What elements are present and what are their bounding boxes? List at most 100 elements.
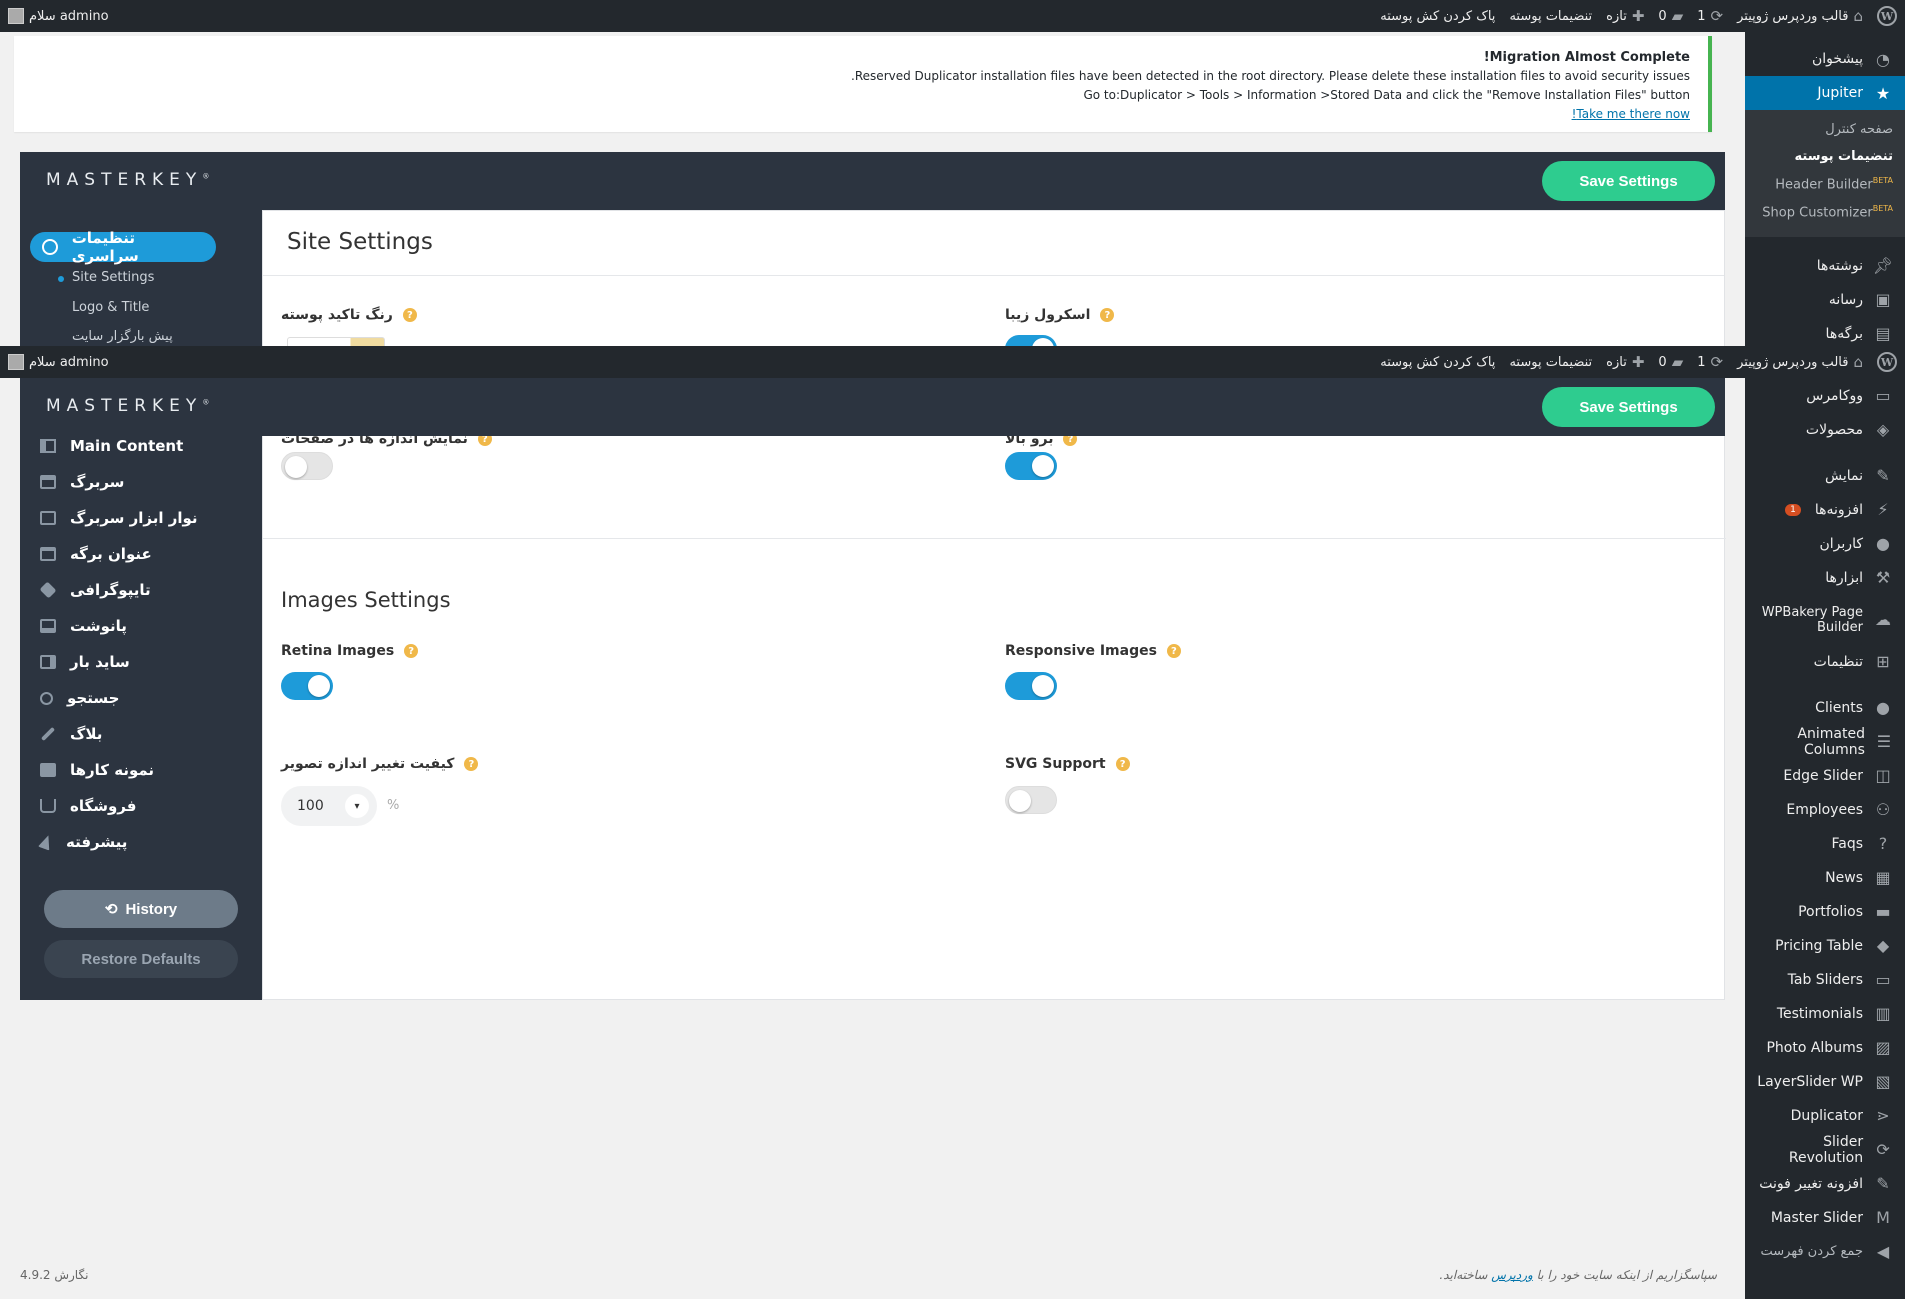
wordpress-logo-icon[interactable]: W <box>1877 6 1897 26</box>
site-name-link[interactable]: ⌂ قالب وردپرس ژوپیتر <box>1737 353 1863 371</box>
cube-icon <box>39 581 57 599</box>
restore-defaults-button[interactable]: Restore Defaults <box>44 940 238 978</box>
sidebar-item-sidebar[interactable]: ساید بار <box>40 650 240 674</box>
updates-link[interactable]: ⟳ 1 <box>1697 7 1723 25</box>
masterkey-sidebar: Main Content سربرگ نوار ابزار سربرگ عنوا… <box>20 378 262 1000</box>
menu-appearance[interactable]: ✎ نمایش <box>1745 459 1905 493</box>
comments-link[interactable]: ▰ 0 <box>1658 353 1683 371</box>
retina-images-toggle[interactable] <box>281 672 333 700</box>
menu-wpbakery[interactable]: ☁ WPBakery Page Builder <box>1745 595 1905 645</box>
svg-support-toggle[interactable] <box>1005 786 1057 814</box>
menu-plugins[interactable]: ⚡︎ افزونه‌ها 1 <box>1745 493 1905 527</box>
sidebar-item-advanced[interactable]: پیشرفته <box>37 830 240 854</box>
new-content-link[interactable]: ✚ تازه <box>1606 7 1644 25</box>
responsive-images-label: Responsive Images? <box>1005 643 1181 659</box>
sidebar-item-header[interactable]: سربرگ <box>40 470 240 494</box>
accent-color-label: رنگ تاکید پوسته? <box>281 307 417 323</box>
svg-support-label: SVG Support? <box>1005 756 1130 772</box>
star-icon: ★ <box>1875 83 1891 103</box>
menu-slider-revolution[interactable]: ⟳ Slider Revolution <box>1745 1133 1905 1167</box>
share-icon: ⋖ <box>1876 1106 1890 1126</box>
my-account[interactable]: سلام admino <box>8 354 109 370</box>
submenu-control-panel[interactable]: صفحه کنترل <box>1745 116 1905 143</box>
collapse-menu[interactable]: ◀ جمع کردن فهرست <box>1745 1235 1905 1269</box>
menu-products[interactable]: ◈ محصولات <box>1745 413 1905 447</box>
jupiter-submenu: صفحه کنترل تنضیمات پوسته Header BuilderB… <box>1745 110 1905 237</box>
menu-media[interactable]: ▣ رسانه <box>1745 283 1905 317</box>
menu-users[interactable]: ● کاربران <box>1745 527 1905 561</box>
smooth-scroll-toggle[interactable] <box>1005 335 1057 346</box>
menu-font-plugin[interactable]: ✎ افزونه تغییر فونت <box>1745 1167 1905 1201</box>
nav-preloader[interactable]: پیش بارگزار سایت <box>72 329 173 344</box>
menu-portfolios[interactable]: ▬ Portfolios <box>1745 895 1905 929</box>
plus-icon: ✚ <box>1631 353 1645 371</box>
theme-options-link[interactable]: تنضیمات پوسته <box>1509 9 1592 24</box>
section-title-images: Images Settings <box>281 588 451 612</box>
sidebar-item-blog[interactable]: بلاگ <box>40 722 240 746</box>
sidebar-item-footer[interactable]: پانوشت <box>40 614 240 638</box>
divider <box>263 538 1726 539</box>
clear-cache-link[interactable]: پاک کردن کش پوسته <box>1380 355 1495 370</box>
sidebar-item-shop[interactable]: فروشگاه <box>40 794 240 818</box>
admin-bar-duplicate: سلام admino W ⌂ قالب وردپرس ژوپیتر ⟳ 1 ▰ 0 … <box>0 346 1905 378</box>
wordpress-link[interactable]: وردپرس <box>1491 1268 1533 1282</box>
avatar <box>8 8 24 24</box>
global-settings-pill[interactable]: تنظیمات سراسری <box>30 229 216 265</box>
theme-options-link[interactable]: تنضیمات پوسته <box>1509 355 1592 370</box>
menu-testimonials[interactable]: ▥ Testimonials <box>1745 997 1905 1031</box>
help-icon: ? <box>1115 757 1130 771</box>
sidebar-item-main-content[interactable]: Main Content <box>40 434 240 458</box>
menu-clients[interactable]: ● Clients <box>1745 691 1905 725</box>
menu-tools[interactable]: ⚒ ابزارها <box>1745 561 1905 595</box>
menu-animated-columns[interactable]: ☰ Animated Columns <box>1745 725 1905 759</box>
menu-news[interactable]: ▦ News <box>1745 861 1905 895</box>
menu-photo-albums[interactable]: ▨ Photo Albums <box>1745 1031 1905 1065</box>
save-settings-button[interactable]: Save Settings <box>1542 387 1715 427</box>
go-top-toggle[interactable] <box>1005 452 1057 480</box>
nav-logo-title[interactable]: Logo & Title <box>72 300 149 315</box>
updates-link[interactable]: ⟳ 1 <box>1697 353 1723 371</box>
my-account[interactable]: سلام admino <box>8 8 109 24</box>
comments-link[interactable]: ▰ 0 <box>1658 7 1683 25</box>
history-button[interactable]: ⟲ History <box>44 890 238 928</box>
page-dimensions-toggle[interactable] <box>281 452 333 480</box>
wordpress-logo-icon[interactable]: W <box>1877 352 1897 372</box>
save-settings-button[interactable]: Save Settings <box>1542 161 1715 201</box>
menu-tab-sliders[interactable]: ▭ Tab Sliders <box>1745 963 1905 997</box>
menu-employees[interactable]: ⚇ Employees <box>1745 793 1905 827</box>
submenu-theme-options[interactable]: تنضیمات پوسته <box>1745 143 1905 170</box>
menu-woocommerce[interactable]: ▭ ووکامرس <box>1745 379 1905 413</box>
menu-edge-slider[interactable]: ◫ Edge Slider <box>1745 759 1905 793</box>
menu-master-slider[interactable]: M Master Slider <box>1745 1201 1905 1235</box>
notice-link[interactable]: Take me there now! <box>1572 107 1690 121</box>
menu-pricing-table[interactable]: ◆ Pricing Table <box>1745 929 1905 963</box>
clear-cache-link[interactable]: پاک کردن کش پوسته <box>1380 9 1495 24</box>
accent-color-picker[interactable] <box>287 337 385 346</box>
menu-duplicator[interactable]: ⋖ Duplicator <box>1745 1099 1905 1133</box>
chevron-down-icon: ▾ <box>345 794 369 818</box>
menu-jupiter[interactable]: ★ Jupiter <box>1745 76 1905 110</box>
sidebar-item-portfolio[interactable]: نمونه کارها <box>40 758 240 782</box>
sidebar-item-search[interactable]: جستجو <box>40 686 240 710</box>
submenu-header-builder[interactable]: Header BuilderBETA <box>1745 170 1905 198</box>
image-quality-select[interactable]: 100 ▾ <box>281 786 377 826</box>
menu-dashboard[interactable]: ◔ پیشخوان <box>1745 42 1905 76</box>
dashboard-icon: ◔ <box>1876 49 1890 69</box>
sidebar-item-header-toolbar[interactable]: نوار ابزار سربرگ <box>40 506 240 530</box>
submenu-shop-customizer[interactable]: Shop CustomizerBETA <box>1745 198 1905 226</box>
masterkey-header: MASTERKEY® Save Settings <box>20 152 1725 210</box>
sidebar-item-page-title[interactable]: عنوان برگه <box>40 542 240 566</box>
sidebar-item-typography[interactable]: تایپوگرافی <box>39 578 240 602</box>
notice-title: Migration Almost Complete! <box>1483 50 1690 65</box>
menu-posts[interactable]: 📌︎ نوشته‌ها <box>1745 249 1905 283</box>
responsive-images-toggle[interactable] <box>1005 672 1057 700</box>
menu-settings[interactable]: ⊞ تنظیمات <box>1745 645 1905 679</box>
plugin-icon: ⚡︎ <box>1877 500 1889 520</box>
site-name-link[interactable]: ⌂ قالب وردپرس ژوپیتر <box>1737 7 1863 25</box>
menu-faqs[interactable]: ? Faqs <box>1745 827 1905 861</box>
new-content-link[interactable]: ✚ تازه <box>1606 353 1644 371</box>
menu-layerslider[interactable]: ▧ LayerSlider WP <box>1745 1065 1905 1099</box>
nav-site-settings[interactable]: Site Settings <box>57 270 154 285</box>
master-slider-icon: M <box>1876 1208 1890 1228</box>
admin-menu: ◔ پیشخوان ★ Jupiter صفحه کنترل تنضیمات پوس… <box>1745 32 1905 1299</box>
